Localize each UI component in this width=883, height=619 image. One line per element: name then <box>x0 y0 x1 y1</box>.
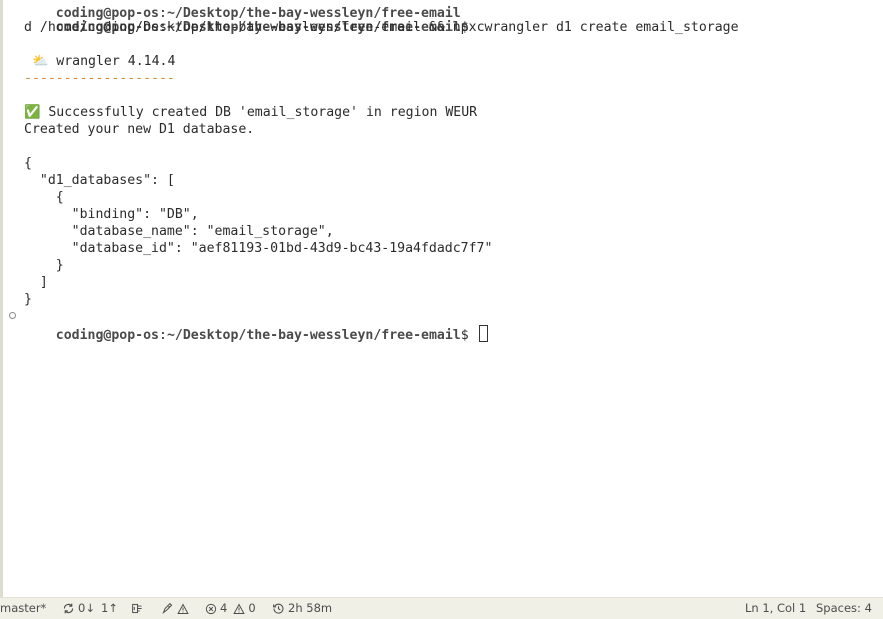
rocket-icon <box>161 598 174 619</box>
json-line: "database_id": "aef81193-01bd-43d9-bc43-… <box>24 241 493 256</box>
json-line: "database_name": "email_storage", <box>24 224 334 239</box>
problems-status[interactable]: 4 0 <box>205 598 256 619</box>
json-line: } <box>24 292 32 307</box>
warning-triangle-icon <box>233 598 246 619</box>
remote-status[interactable] <box>161 598 189 619</box>
terminal-line-dashes: ------------------- <box>24 71 175 86</box>
clock-icon <box>272 598 285 619</box>
tools-status[interactable] <box>131 598 144 619</box>
warning-count: 0 <box>248 601 256 615</box>
error-count: 4 <box>220 601 228 615</box>
sync-down-count: 0↓ <box>78 601 95 615</box>
indentation-label: Spaces: 4 <box>816 601 872 615</box>
prompt-user: coding@pop-os <box>55 328 159 343</box>
command-decoration-icon[interactable] <box>9 312 16 319</box>
json-line: "d1_databases": [ <box>24 173 175 188</box>
error-circle-icon <box>205 598 217 619</box>
branch-label: master* <box>0 601 47 615</box>
terminal-line-created: Created your new D1 database. <box>24 122 255 137</box>
terminal-line-wrangler-version: ⛅️ wrangler 4.14.4 <box>24 54 176 69</box>
terminal-line-prompt: coding@pop-os:~/Desktop/the-bay-wessleyn… <box>55 20 485 35</box>
prompt-path: ~/Desktop/the-bay-wessleyn/free-email <box>166 328 461 343</box>
cursor-position[interactable]: Ln 1, Col 1 <box>745 598 806 619</box>
json-line: } <box>24 258 64 273</box>
json-line: { <box>24 156 32 171</box>
cursor-position-label: Ln 1, Col 1 <box>745 601 807 615</box>
terminal-line-success: ✅ Successfully created DB 'email_storage… <box>24 105 478 120</box>
indentation-status[interactable]: Spaces: 4 <box>816 598 872 619</box>
json-line: { <box>24 190 64 205</box>
sync-status[interactable]: 0↓ 1↑ <box>62 598 118 619</box>
time-value: 2h 58m <box>288 601 333 615</box>
json-line: "binding": "DB", <box>24 207 199 222</box>
sync-up-count: 1↑ <box>100 601 118 615</box>
warning-triangle-icon <box>177 598 189 619</box>
tools-icon <box>131 598 144 619</box>
time-tracker[interactable]: 2h 58m <box>272 598 332 619</box>
terminal-left-border <box>0 0 3 597</box>
branch-indicator[interactable]: master* <box>0 598 46 619</box>
terminal-panel[interactable]: coding@pop-os:~/Desktop/the-bay-wessleyn… <box>0 0 883 597</box>
terminal-cursor <box>478 325 488 342</box>
status-bar: master* 0↓ 1↑ 4 0 2h 58m Ln 1, Col 1 Spa… <box>0 597 883 619</box>
terminal-line-current-prompt[interactable]: coding@pop-os:~/Desktop/the-bay-wessleyn… <box>24 308 488 343</box>
json-line: ] <box>24 275 48 290</box>
terminal-line-command: d /home/coding/Desktop/the-bay-wessleyn/… <box>24 20 739 35</box>
sync-icon <box>62 598 75 619</box>
